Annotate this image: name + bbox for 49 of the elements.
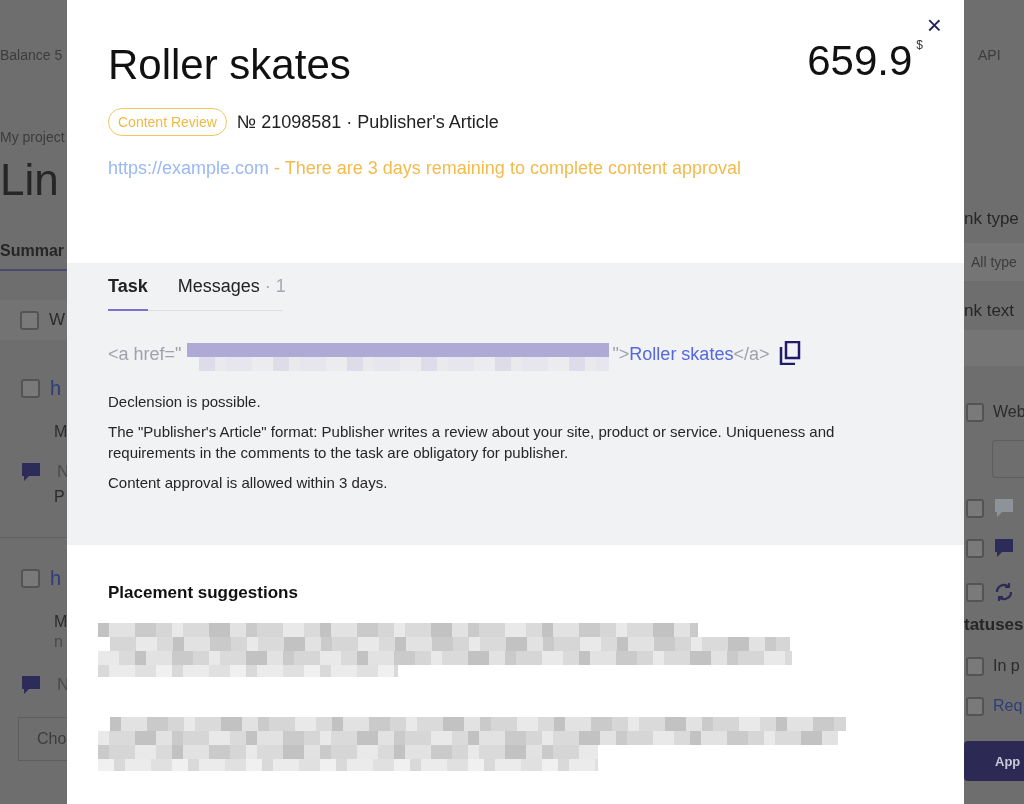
tab[interactable]: Task: [108, 276, 148, 311]
link[interactable]: Req: [993, 697, 1023, 715]
site-link[interactable]: https://example.com: [108, 158, 270, 178]
chat-icon: [20, 461, 42, 483]
paragraph: Declension is possible.: [108, 392, 262, 412]
page-heading: Lin: [0, 155, 59, 205]
text-field[interactable]: [964, 330, 1024, 366]
checkbox[interactable]: [966, 498, 984, 518]
field-label: nk text: [964, 301, 1015, 321]
code-text: ">: [612, 343, 630, 365]
paragraph: Content approval is allowed within 3 days.: [108, 473, 389, 493]
checkbox[interactable]: [21, 568, 40, 588]
checkbox[interactable]: [20, 310, 39, 330]
checkbox[interactable]: [966, 402, 984, 422]
chat-icon: [993, 497, 1015, 519]
select-field[interactable]: All type: [964, 243, 1024, 281]
checkbox[interactable]: [966, 696, 984, 716]
checkbox[interactable]: [21, 378, 40, 398]
anchor-text: Roller skates: [629, 343, 734, 365]
link[interactable]: h: [50, 566, 62, 590]
checkbox[interactable]: [966, 582, 984, 602]
column-header: W: [49, 310, 66, 330]
section-title: Placement suggestions: [107, 583, 299, 603]
checkbox-label: In p: [993, 657, 1020, 675]
chat-icon: [993, 537, 1015, 559]
price: 659.9: [807, 36, 913, 86]
checkbox-label: Web: [993, 403, 1024, 421]
field-label: tatuses: [964, 615, 1024, 635]
paragraph: The "Publisher's Article" format: Publisher writes a review about your site, product or service. Uniqueness and requirements in the comments to the task are obligatory for publisher.: [108, 422, 836, 463]
tab[interactable]: Messages · 1: [177, 276, 286, 311]
checkbox[interactable]: [966, 656, 984, 676]
text: M: [54, 423, 67, 441]
text: P: [54, 488, 65, 506]
link[interactable]: h: [50, 376, 62, 400]
apply-button[interactable]: App: [964, 741, 1024, 781]
field-label: nk type: [964, 209, 1019, 229]
text: M: [54, 613, 67, 631]
checkbox[interactable]: [966, 538, 984, 558]
code-text: <a href=": [108, 343, 182, 365]
order-number: № 21098581 · Publisher's Article: [236, 111, 499, 133]
product-title: Roller skates: [108, 40, 351, 90]
chat-icon: [20, 674, 42, 696]
tab[interactable]: Summar: [0, 242, 65, 260]
deadline-note: - There are 3 days remaining to complete content approval: [274, 158, 742, 178]
currency-sign: $: [916, 38, 923, 52]
refresh-icon: [993, 581, 1015, 603]
close-button[interactable]: ×: [922, 12, 946, 38]
copy-icon[interactable]: [779, 341, 802, 365]
code-text: </a>: [733, 343, 770, 365]
